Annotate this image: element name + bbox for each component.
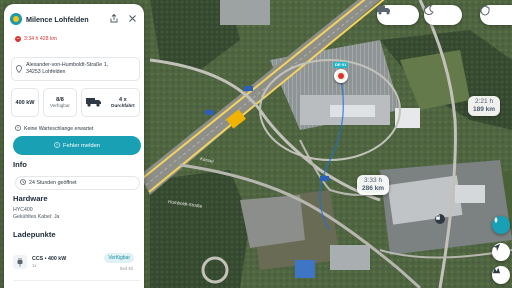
map-pin-icon — [16, 60, 22, 78]
truck-icon — [86, 94, 102, 112]
address-line-2: 34253 Lohfelden — [26, 69, 66, 75]
opening-hours: 24 Stunden geöffnet — [15, 176, 140, 190]
eta-bubble[interactable]: 3:33 h 286 km — [357, 175, 390, 195]
eta-bubble[interactable]: 2:21 h 189 km — [468, 96, 501, 116]
address-card[interactable]: Alexander-von-Humboldt-Straße 1, 34253 L… — [11, 57, 140, 81]
queue-text: Keine Warteschlange erwartet — [24, 126, 94, 132]
station-map-marker[interactable] — [334, 69, 348, 83]
queue-status: Keine Warteschlange erwartet — [15, 125, 93, 133]
lock-icon[interactable] — [435, 214, 445, 224]
share-icon — [110, 13, 118, 25]
clock-icon — [20, 179, 26, 187]
charge-point-item[interactable]: CCS • 400 kW 1x Verfügbar Seit 4h — [13, 249, 140, 275]
hardware-model: HYC400 — [13, 207, 33, 213]
eta-distance: 286 km — [362, 185, 385, 192]
ladepunkte-heading: Ladepunkte — [13, 230, 56, 239]
safety-toggle[interactable] — [480, 5, 512, 25]
share-button[interactable] — [108, 13, 120, 25]
cable-info: Gekühltes Kabel: Ja — [13, 214, 60, 220]
close-icon — [128, 14, 136, 24]
route-icon: – — [15, 36, 21, 42]
plug-icon — [13, 255, 27, 269]
eta-time: 3:33 h — [363, 177, 383, 184]
station-marker-icon — [338, 73, 344, 79]
passthrough-info: 4 x Durchfahrt — [111, 97, 134, 108]
dark-mode-toggle[interactable] — [424, 5, 462, 25]
layers-button[interactable] — [492, 266, 510, 284]
status-badge: Verfügbar — [104, 253, 134, 263]
warning-icon — [54, 141, 60, 150]
eta-distance: 189 km — [473, 106, 496, 113]
hours-text: 24 Stunden geöffnet — [29, 180, 77, 186]
report-error-button[interactable]: Fehler melden — [13, 136, 141, 155]
locate-me-button[interactable] — [492, 243, 510, 261]
app-logo-icon — [10, 13, 22, 25]
vehicle-mode-toggle[interactable] — [377, 5, 419, 25]
charge-point-count: 1x — [32, 263, 37, 268]
address-line-1: Alexander-von-Humboldt-Straße 1, — [26, 62, 109, 68]
power-value: 400 kW — [15, 99, 35, 106]
route-info: – 3:34 h 428 km — [15, 36, 57, 42]
eta-time: 2:21 h — [474, 98, 494, 105]
close-button[interactable] — [126, 13, 138, 25]
power-stat: 400 kW — [11, 88, 39, 117]
station-detail-panel: Milence Lohfelden – 3:34 h 428 km Alexan… — [4, 4, 144, 288]
divider — [13, 280, 140, 281]
warning-icon — [15, 125, 21, 133]
availability-label: Verfügbar — [50, 103, 70, 108]
report-error-label: Fehler melden — [62, 142, 101, 149]
charge-point-name: CCS • 400 kW — [32, 256, 67, 262]
info-heading: Info — [13, 160, 27, 169]
panel-header: Milence Lohfelden — [10, 11, 138, 27]
status-since: Seit 4h — [119, 266, 133, 271]
station-marker-badge: DE·01 — [333, 62, 349, 68]
route-text: 3:34 h 428 km — [24, 36, 57, 42]
truck-stat: 4 x Durchfahrt — [81, 88, 140, 117]
station-title: Milence Lohfelden — [26, 14, 89, 24]
passthrough-label: Durchfahrt — [111, 103, 135, 108]
availability-stat: 8/8 Verfügbar — [43, 88, 77, 117]
hardware-heading: Hardware — [13, 194, 48, 203]
info-fab[interactable] — [492, 216, 510, 234]
